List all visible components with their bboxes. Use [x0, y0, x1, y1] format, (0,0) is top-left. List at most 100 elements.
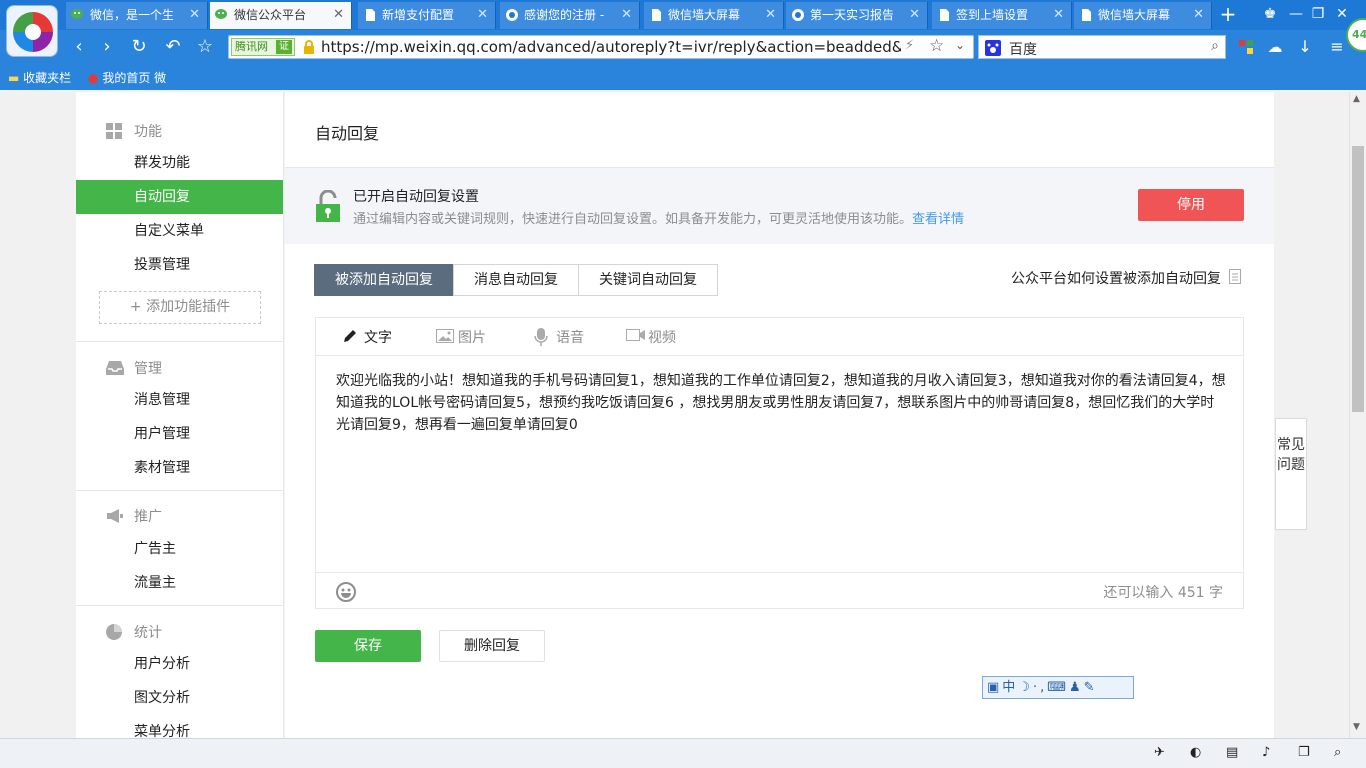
reply-content-textarea[interactable]: 欢迎光临我的小站！想知道我的手机号码请回复1，想知道我的工作单位请回复2，想知道…: [336, 370, 1226, 436]
close-icon[interactable]: ✕: [909, 2, 920, 28]
speed-icon[interactable]: ◐: [1190, 745, 1201, 760]
browser-icon: [506, 9, 518, 21]
sidebar-item-user-analysis[interactable]: 用户分析: [76, 647, 283, 681]
cert-mark: 证: [276, 40, 292, 54]
sidebar-item-publisher[interactable]: 流量主: [76, 566, 283, 600]
ime-toolbar[interactable]: ▣中☽·,⌨♟✎: [982, 676, 1134, 699]
delete-reply-button[interactable]: 删除回复: [439, 630, 545, 662]
sidebar-item-auto-reply[interactable]: 自动回复: [76, 180, 283, 214]
browser-tab-8[interactable]: 微信墙大屏幕 ✕: [1074, 2, 1212, 29]
window-icon[interactable]: ❐: [1298, 745, 1310, 760]
new-tab-button[interactable]: +: [1214, 2, 1242, 28]
maximize-button[interactable]: ❐: [1306, 3, 1330, 25]
tab-added-reply[interactable]: 被添加自动回复: [314, 264, 454, 296]
browser-tab-4[interactable]: 感谢您的注册 - ✕: [500, 2, 640, 29]
wechat-icon: [215, 9, 227, 19]
browser-tab-5[interactable]: 微信墙大屏幕 ✕: [644, 2, 784, 29]
undo-close-button[interactable]: ↶: [162, 36, 184, 58]
chevron-down-icon[interactable]: ⌄: [955, 38, 965, 52]
sidebar-item-custom-menu[interactable]: 自定义菜单: [76, 214, 283, 248]
help-link[interactable]: 公众平台如何设置被添加自动回复: [1011, 268, 1221, 288]
back-button[interactable]: ‹: [68, 36, 90, 58]
zoom-icon[interactable]: ⌕: [1334, 745, 1341, 760]
sidebar-group-label: 管理: [134, 361, 162, 377]
bookmark-item[interactable]: ▬ 收藏夹栏: [8, 69, 71, 86]
type-voice[interactable]: 语音: [534, 327, 584, 347]
address-bar[interactable]: 腾讯网证 https://mp.weixin.qq.com/advanced/a…: [228, 35, 974, 59]
search-icon[interactable]: ⌕: [1211, 38, 1219, 54]
trash-icon[interactable]: ▤: [1226, 745, 1238, 760]
minimize-button[interactable]: —: [1284, 3, 1308, 25]
close-icon[interactable]: ✕: [189, 2, 200, 28]
save-button[interactable]: 保存: [315, 630, 421, 662]
cloud-icon[interactable]: ☁: [1264, 36, 1286, 58]
sidebar-item-materials[interactable]: 素材管理: [76, 451, 283, 485]
sidebar-divider: [76, 605, 283, 606]
volume-icon[interactable]: ♪: [1262, 745, 1270, 760]
plus-icon: +: [129, 299, 147, 315]
sidebar-item-users[interactable]: 用户管理: [76, 417, 283, 451]
type-video[interactable]: 视频: [626, 327, 676, 347]
browser-tab-1[interactable]: 微信，是一个生 ✕: [66, 2, 208, 29]
page-icon: [366, 9, 375, 21]
type-image[interactable]: 图片: [436, 327, 486, 347]
browser-status-bar: ✈ ◐ ▤ ♪ ❐ ⌕: [0, 738, 1366, 768]
sidebar-group-label: 推广: [134, 509, 162, 525]
unlock-icon: [316, 190, 340, 222]
baidu-icon: [985, 40, 1001, 56]
close-icon[interactable]: ✕: [333, 2, 344, 28]
add-plugin-button[interactable]: + 添加功能插件: [99, 291, 261, 324]
close-icon[interactable]: ✕: [621, 2, 632, 28]
close-icon[interactable]: ✕: [1053, 2, 1064, 28]
close-icon[interactable]: ✕: [477, 2, 488, 28]
disable-button[interactable]: 停用: [1138, 189, 1244, 221]
apps-icon[interactable]: [1238, 39, 1254, 55]
sidebar-item-menu-analysis[interactable]: 菜单分析: [76, 715, 283, 738]
lightning-icon[interactable]: ⚡: [905, 38, 914, 53]
weibo-icon: ●: [88, 71, 99, 85]
type-text[interactable]: 文字: [342, 327, 392, 347]
bookmark-star-icon[interactable]: ☆: [929, 36, 944, 56]
sidebar-item-mass-send[interactable]: 群发功能: [76, 146, 283, 180]
skin-icon[interactable]: ♚: [1258, 3, 1282, 25]
pin-icon[interactable]: ✈: [1154, 745, 1165, 760]
browser-tab-2[interactable]: 微信公众平台 ✕: [210, 2, 352, 29]
emoji-icon[interactable]: [336, 582, 356, 602]
tab-keyword-reply[interactable]: 关键词自动回复: [578, 264, 718, 296]
sidebar-item-vote[interactable]: 投票管理: [76, 248, 283, 282]
megaphone-icon: [107, 509, 123, 523]
scroll-down-arrow[interactable]: ▼: [1353, 722, 1360, 732]
char-count: 还可以输入 451 字: [1103, 585, 1223, 601]
forward-button[interactable]: ›: [96, 36, 118, 58]
sidebar-item-messages[interactable]: 消息管理: [76, 383, 283, 417]
reply-type-tabs: 被添加自动回复 消息自动回复 关键词自动回复: [314, 264, 718, 296]
close-icon[interactable]: ✕: [765, 2, 776, 28]
faq-tab[interactable]: 常见问题: [1275, 418, 1307, 530]
view-details-link[interactable]: 查看详情: [912, 212, 964, 227]
refresh-button[interactable]: ↻: [128, 36, 150, 58]
sidebar-divider: [76, 490, 283, 491]
document-icon[interactable]: [1229, 269, 1241, 284]
pencil-icon: [344, 330, 356, 342]
browser-nav-bar: ‹ › ↻ ↶ ☆ 腾讯网证 https://mp.weixin.qq.com/…: [0, 30, 1366, 64]
scroll-up-arrow[interactable]: ▲: [1353, 94, 1360, 104]
video-icon: [626, 329, 645, 341]
browser-tab-6[interactable]: 第一天实习报告 ✕: [786, 2, 928, 29]
sidebar-item-article-analysis[interactable]: 图文分析: [76, 681, 283, 715]
download-icon[interactable]: ↓: [1294, 36, 1316, 58]
bookmark-item[interactable]: ● 我的首页 微: [88, 69, 166, 86]
status-description: 通过编辑内容或关键词规则，快速进行自动回复设置。如具备开发能力，可更灵活地使用该…: [353, 212, 965, 227]
browser-tab-3[interactable]: 新增支付配置 ✕: [358, 2, 496, 29]
menu-icon[interactable]: ≡: [1326, 36, 1348, 58]
scrollbar-thumb[interactable]: [1352, 146, 1364, 412]
tab-message-reply[interactable]: 消息自动回复: [453, 264, 579, 296]
secure-site-badge[interactable]: 腾讯网证: [231, 38, 295, 56]
page-scrollbar[interactable]: ▲ ▼: [1349, 92, 1366, 738]
browser-tab-7[interactable]: 签到上墙设置 ✕: [932, 2, 1072, 29]
favorite-star-icon[interactable]: ☆: [194, 36, 216, 58]
close-icon[interactable]: ✕: [1193, 2, 1204, 28]
search-box[interactable]: 百度 ⌕: [978, 35, 1226, 59]
sidebar-item-advertiser[interactable]: 广告主: [76, 532, 283, 566]
url-text: https://mp.weixin.qq.com/advanced/autore…: [321, 38, 901, 56]
tab-label: 签到上墙设置: [956, 8, 1029, 22]
